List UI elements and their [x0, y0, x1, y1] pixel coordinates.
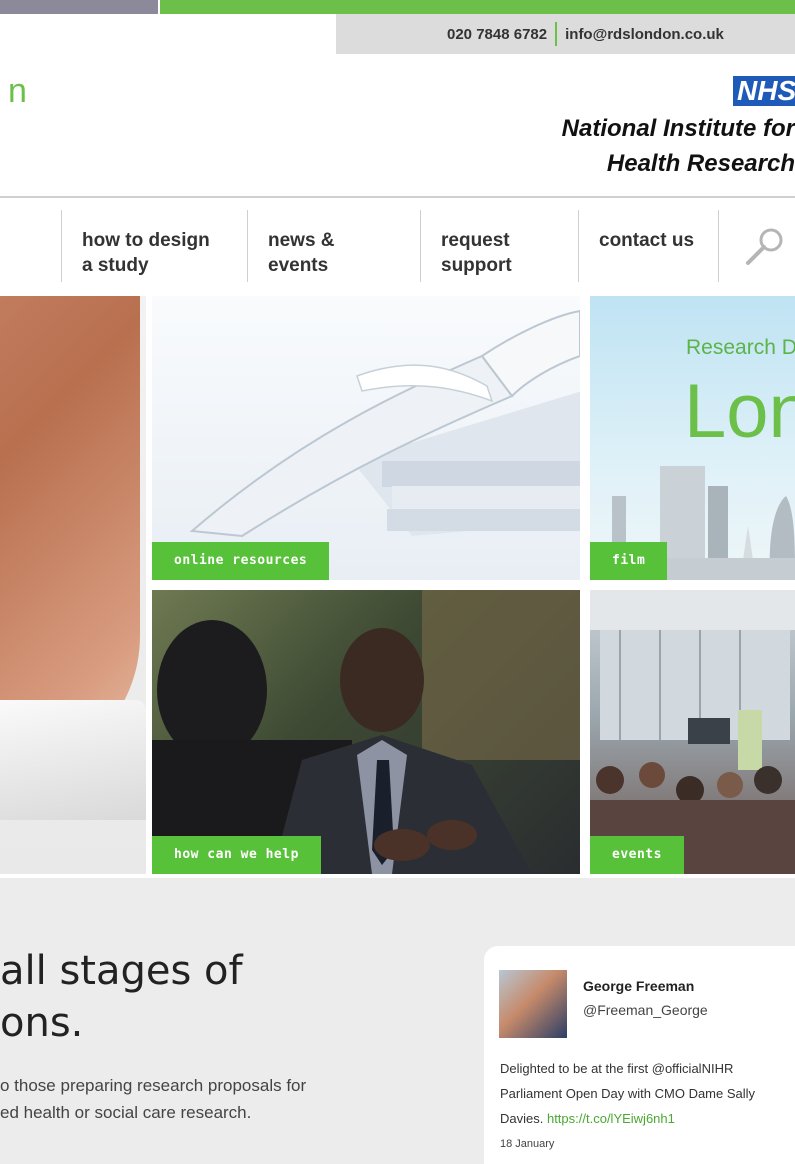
- top-accent-bar-green: [160, 0, 795, 14]
- contact-strip: 020 7848 6782 info@rdslondon.co.uk: [336, 14, 795, 54]
- tile-label-events: events: [590, 836, 684, 874]
- tile-film[interactable]: Research D Lon film: [590, 296, 795, 580]
- header-divider: [0, 196, 795, 198]
- intro-headline-line2: ons.: [0, 1000, 84, 1046]
- nav-item-label: how to design a study: [82, 230, 210, 276]
- tile-how-can-we-help[interactable]: how can we help: [152, 590, 580, 874]
- tile-label-film: film: [590, 542, 668, 580]
- tweet-text-line3: Davies. https://t.co/lYEiwj6nh1: [500, 1106, 755, 1131]
- search-icon: [746, 228, 783, 265]
- email-link[interactable]: info@rdslondon.co.uk: [565, 26, 724, 43]
- nav-item-contact-us[interactable]: contact us: [578, 210, 718, 282]
- nihr-name-line2: Health Research: [606, 150, 795, 177]
- meeting-photo: [152, 590, 580, 874]
- london-skyline-image: [590, 466, 795, 580]
- nihr-name-line1: National Institute for: [561, 115, 795, 142]
- intro-headline-line1: all stages of: [0, 948, 243, 994]
- site-logo[interactable]: n: [8, 72, 27, 111]
- tweet-text-line1: Delighted to be at the first @officialNI…: [500, 1061, 734, 1076]
- phone-number[interactable]: 020 7848 6782: [447, 26, 547, 43]
- twitter-feed-card: George Freeman @Freeman_George Delighted…: [484, 946, 795, 1164]
- tweet-text-line3-prefix: Davies.: [500, 1111, 547, 1126]
- tweet-date[interactable]: 18 January: [500, 1138, 554, 1150]
- tile-label-online-resources: online resources: [152, 542, 330, 580]
- nav-item-news-events[interactable]: news & events: [247, 210, 420, 282]
- avatar[interactable]: [499, 970, 567, 1038]
- tile-online-resources[interactable]: online resources: [152, 296, 580, 580]
- intro-headline: all stages of ons.: [0, 945, 243, 1049]
- intro-body-line2: ed health or social care research.: [0, 1103, 252, 1122]
- nav-item-request-support[interactable]: request support: [420, 210, 578, 282]
- tweet-text: Delighted to be at the first @officialNI…: [500, 1056, 755, 1131]
- hero-device-shape: [0, 700, 146, 820]
- main-nav: how to design a study news & events reques…: [0, 210, 795, 282]
- top-accent-bar-grey: [0, 0, 158, 14]
- tweet-author-handle[interactable]: @Freeman_George: [583, 1002, 708, 1018]
- intro-body: o those preparing research proposals for…: [0, 1072, 306, 1126]
- events-photo: [590, 590, 795, 874]
- tile-events[interactable]: events: [590, 590, 795, 874]
- contact-separator: [555, 22, 558, 46]
- search-button[interactable]: [718, 210, 795, 282]
- intro-body-line1: o those preparing research proposals for: [0, 1076, 307, 1095]
- nav-item-how-to-design[interactable]: how to design a study: [61, 210, 247, 282]
- nhs-badge: NHS: [733, 76, 795, 106]
- nav-item-label: news & events: [268, 230, 335, 276]
- books-image: [189, 309, 580, 538]
- nav-item-label: contact us: [599, 230, 695, 251]
- nihr-logo[interactable]: NHS National Institute for Health Resear…: [525, 72, 795, 184]
- tile-label-how-can-we-help: how can we help: [152, 836, 321, 874]
- tweet-link[interactable]: https://t.co/lYEiwj6nh1: [547, 1111, 675, 1126]
- nav-item-cropped[interactable]: [0, 210, 62, 282]
- hero-image: [0, 296, 146, 874]
- tweet-text-line2: Parliament Open Day with CMO Dame Sally: [500, 1086, 756, 1101]
- tweet-author-name[interactable]: George Freeman: [583, 978, 694, 994]
- nav-item-label: request support: [441, 230, 512, 276]
